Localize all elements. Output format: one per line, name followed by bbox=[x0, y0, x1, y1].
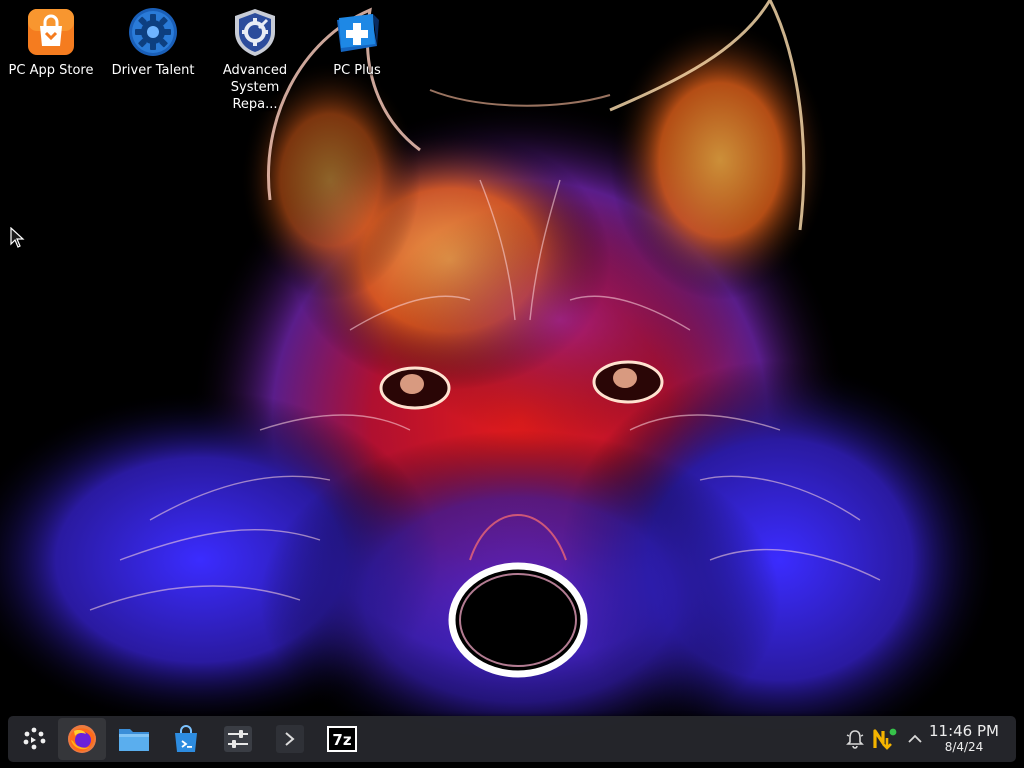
desktop[interactable]: PC App Store Driver Talent Advanced Syst… bbox=[0, 0, 1024, 768]
desktop-icon-pc-plus[interactable]: PC Plus bbox=[307, 6, 407, 79]
mouse-pointer-icon bbox=[10, 227, 25, 248]
taskbar-app-settings[interactable] bbox=[214, 718, 262, 760]
firefox-icon bbox=[68, 725, 96, 753]
shopping-bag-icon bbox=[28, 9, 74, 55]
taskbar-app-terminal[interactable] bbox=[266, 718, 314, 760]
desktop-icon-label: Driver Talent bbox=[111, 63, 195, 78]
tray-updates[interactable] bbox=[872, 726, 898, 752]
app-launcher-button[interactable] bbox=[10, 718, 58, 760]
medical-cross-icon bbox=[337, 14, 379, 52]
taskbar-app-store[interactable] bbox=[162, 718, 210, 760]
terminal-icon bbox=[276, 725, 304, 753]
taskbar-app-files[interactable] bbox=[110, 718, 158, 760]
taskbar-clock[interactable]: 11:46 PM 8/4/24 bbox=[924, 722, 1004, 755]
updates-icon bbox=[873, 728, 897, 750]
clock-time: 11:46 PM bbox=[929, 722, 999, 740]
notification-bell-icon bbox=[846, 730, 864, 749]
shopping-bag-icon bbox=[175, 725, 197, 752]
desktop-icon-label: Advanced System Repa... bbox=[222, 63, 288, 112]
taskbar-app-firefox[interactable] bbox=[58, 718, 106, 760]
desktop-icon-advanced-system-repair[interactable]: Advanced System Repa... bbox=[205, 6, 305, 113]
app-launcher-icon bbox=[23, 727, 46, 750]
seven-zip-icon: 7z bbox=[327, 726, 357, 752]
sliders-icon bbox=[224, 726, 252, 752]
chevron-up-icon bbox=[908, 734, 922, 743]
clock-date: 8/4/24 bbox=[944, 740, 984, 754]
taskbar-app-7zip[interactable]: 7z bbox=[318, 718, 366, 760]
taskbar: 7z 11:46 PM 8/4/24 bbox=[8, 716, 1016, 762]
shield-gear-icon bbox=[235, 9, 275, 56]
gear-icon bbox=[129, 8, 177, 56]
desktop-icon-label: PC Plus bbox=[333, 63, 381, 78]
folder-icon bbox=[119, 729, 149, 751]
wallpaper bbox=[0, 0, 1024, 768]
desktop-icon-driver-talent[interactable]: Driver Talent bbox=[103, 6, 203, 79]
desktop-icon-pc-app-store[interactable]: PC App Store bbox=[1, 6, 101, 79]
desktop-icon-label: PC App Store bbox=[8, 63, 94, 78]
tray-notifications[interactable] bbox=[842, 726, 868, 752]
seven-zip-label: 7z bbox=[332, 731, 351, 749]
